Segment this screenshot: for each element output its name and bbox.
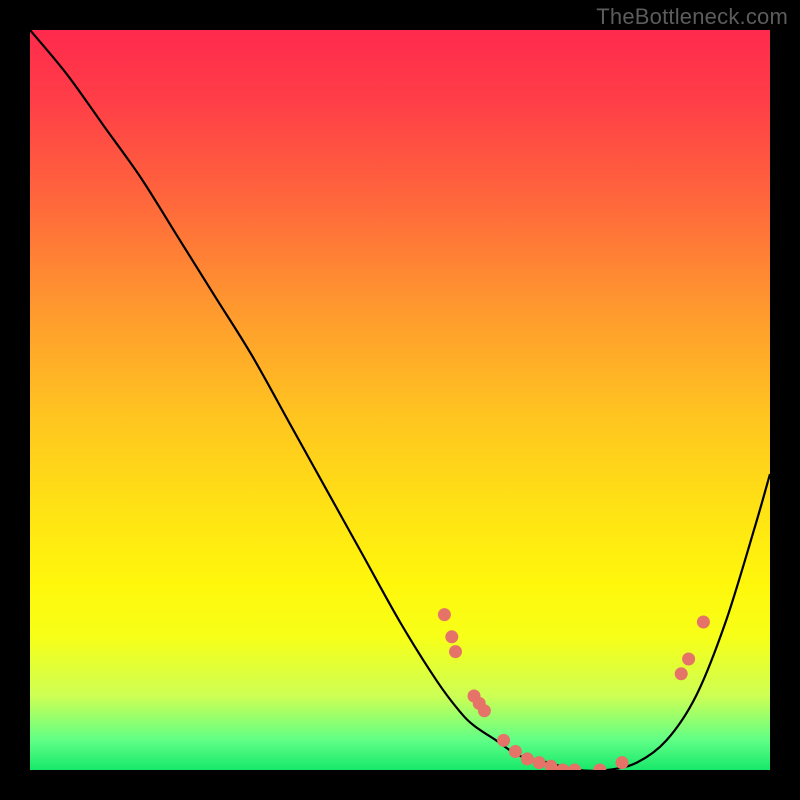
watermark-text: TheBottleneck.com xyxy=(596,4,788,30)
highlight-dot xyxy=(682,653,695,666)
plot-area xyxy=(30,30,770,770)
highlight-dots-group xyxy=(438,608,710,770)
highlight-dot xyxy=(533,756,546,769)
chart-frame: TheBottleneck.com xyxy=(0,0,800,800)
highlight-dot xyxy=(675,667,688,680)
bottleneck-curve-line xyxy=(30,30,770,770)
highlight-dot xyxy=(616,756,629,769)
highlight-dot xyxy=(497,734,510,747)
highlight-dot xyxy=(697,616,710,629)
highlight-dot xyxy=(449,645,462,658)
highlight-dot xyxy=(568,764,581,771)
bottleneck-curve-svg xyxy=(30,30,770,770)
highlight-dot xyxy=(478,704,491,717)
highlight-dot xyxy=(509,745,522,758)
highlight-dot xyxy=(593,764,606,771)
highlight-dot xyxy=(438,608,451,621)
highlight-dot xyxy=(445,630,458,643)
highlight-dot xyxy=(521,752,534,765)
